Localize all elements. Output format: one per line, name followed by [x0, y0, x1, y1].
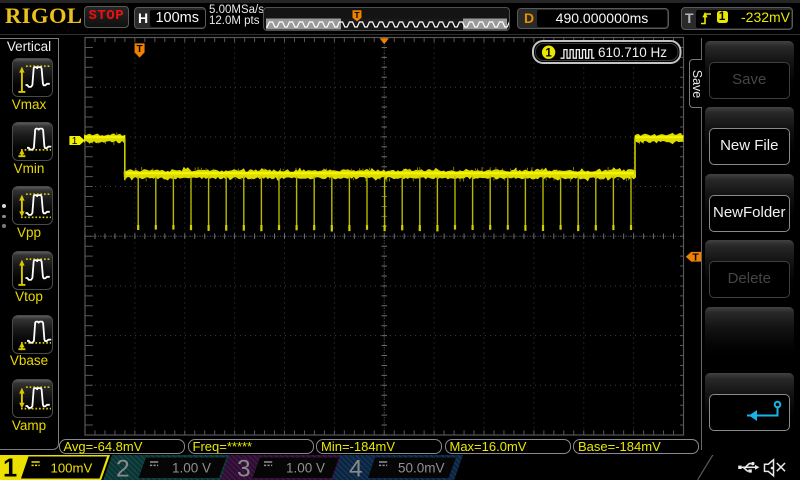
svg-text:1: 1 [3, 455, 17, 480]
svg-text:1: 1 [72, 135, 78, 147]
svg-text:2: 2 [116, 455, 130, 480]
svg-text:T: T [692, 252, 699, 264]
svg-text:610.710 Hz: 610.710 Hz [598, 45, 667, 60]
svg-text:1.00 V: 1.00 V [286, 460, 325, 475]
svg-text:3: 3 [237, 455, 251, 480]
svg-text:1.00 V: 1.00 V [172, 460, 211, 475]
svg-text:50.0mV: 50.0mV [398, 460, 445, 475]
svg-text:1: 1 [545, 48, 552, 60]
svg-text:100mV: 100mV [51, 460, 93, 475]
svg-text:4: 4 [349, 455, 363, 480]
svg-text:T: T [137, 44, 143, 55]
